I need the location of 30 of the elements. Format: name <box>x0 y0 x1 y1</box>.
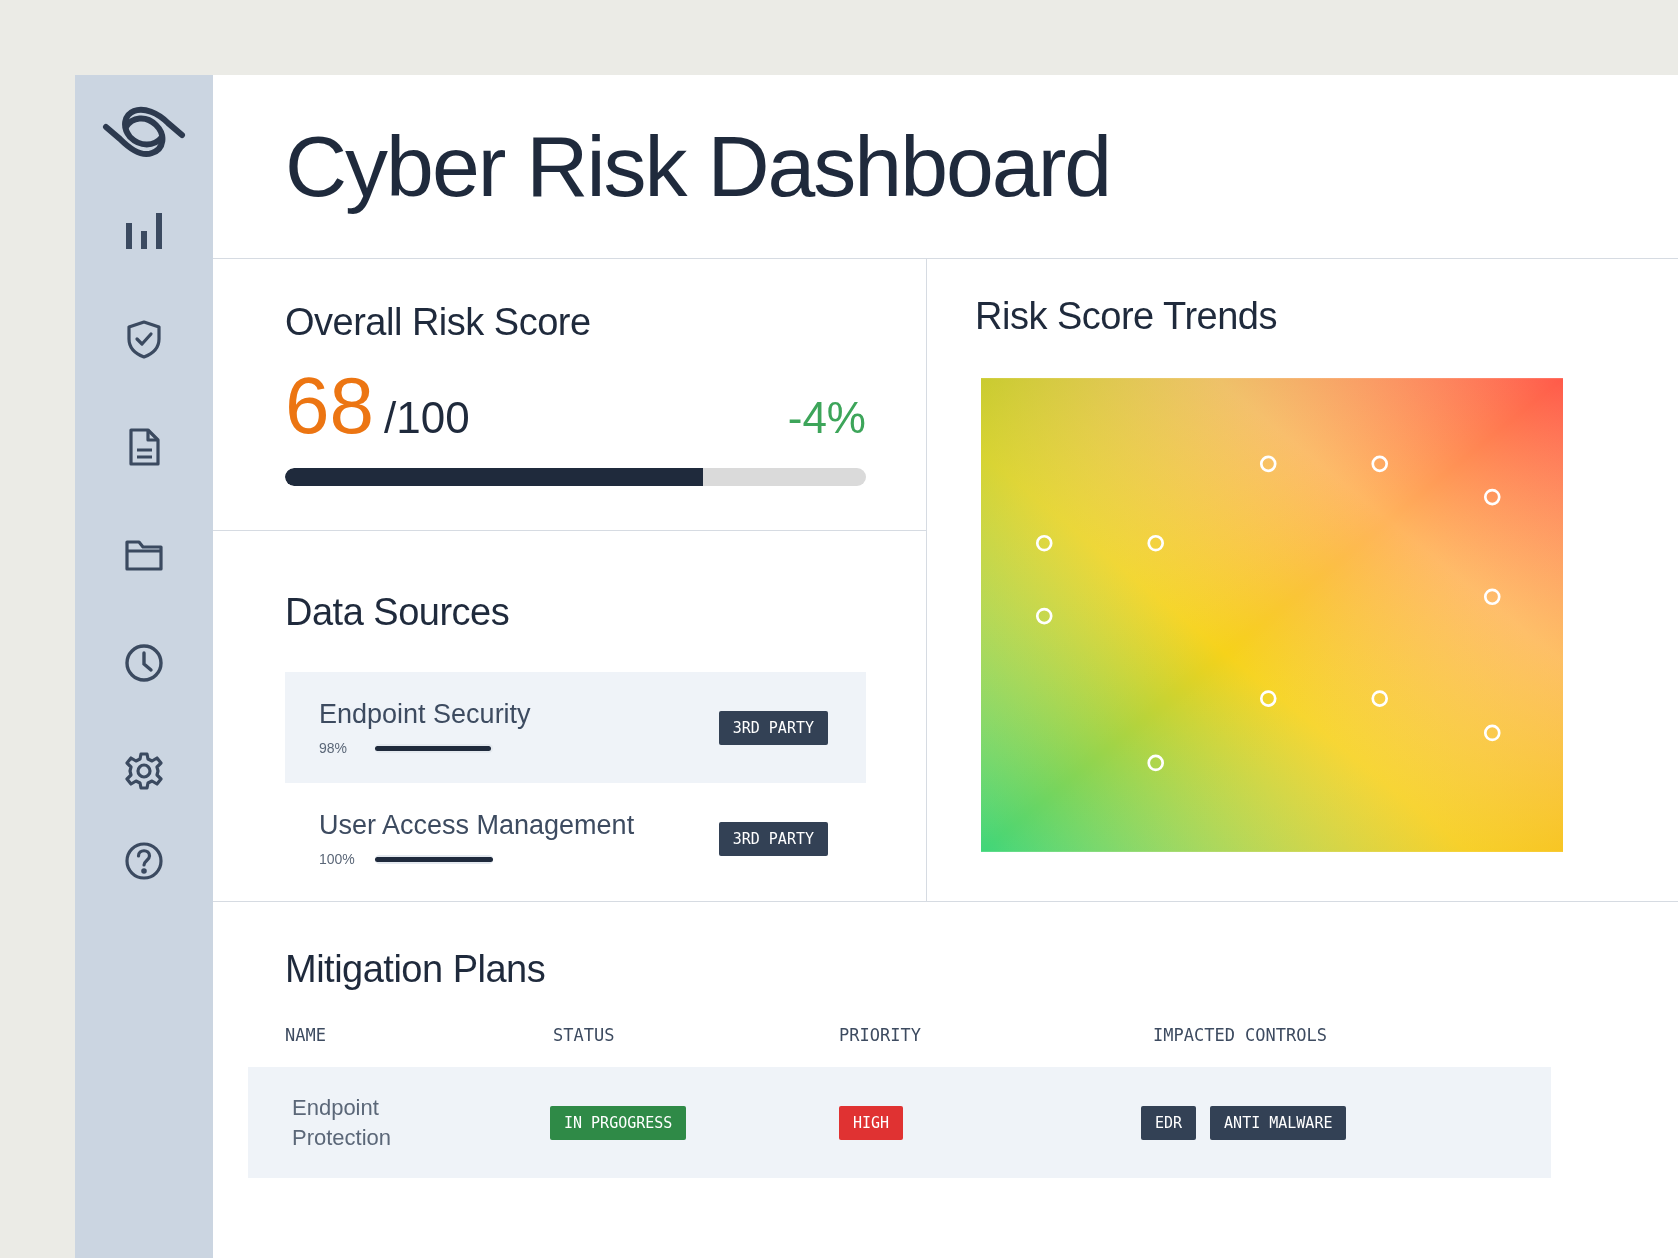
column-header: STATUS <box>553 1025 616 1045</box>
status-tag: IN PRGOGRESS <box>550 1105 687 1140</box>
data-source-item[interactable]: User Access Management 100% 3RD PARTY <box>285 783 866 894</box>
shield-check-icon[interactable] <box>124 319 164 359</box>
risk-score: 68 <box>285 366 374 446</box>
clock-icon[interactable] <box>124 643 164 683</box>
source-tag: 3RD PARTY <box>718 710 828 745</box>
settings-icon[interactable] <box>124 751 164 791</box>
plan-name: Endpoint Protection <box>292 1093 393 1152</box>
section-heading: Mitigation Plans <box>284 948 547 991</box>
help-icon[interactable] <box>124 841 164 881</box>
bar-chart-icon[interactable] <box>124 211 164 251</box>
dashboard-title: Cyber Risk Dashboard <box>285 117 1111 216</box>
coverage-percent: 100% <box>319 851 356 867</box>
data-source-name: User Access Management <box>319 810 635 841</box>
priority-tag: HIGH <box>839 1105 904 1140</box>
control-tag: EDR <box>1141 1105 1197 1140</box>
score-maximum: /100 <box>384 393 470 443</box>
control-tag: ANTI MALWARE <box>1210 1105 1347 1140</box>
data-source-item[interactable]: Endpoint Security 98% 3RD PARTY <box>285 672 866 783</box>
source-tag: 3RD PARTY <box>718 821 828 856</box>
score-change: -4% <box>787 393 866 443</box>
section-heading: Risk Score Trends <box>975 295 1278 338</box>
column-header: NAME <box>285 1025 327 1045</box>
section-heading: Data Sources <box>285 591 511 634</box>
column-header: IMPACTED CONTROLS <box>1153 1025 1328 1045</box>
section-heading: Overall Risk Score <box>285 301 592 344</box>
data-source-name: Endpoint Security <box>319 699 531 730</box>
column-header: PRIORITY <box>839 1025 922 1045</box>
coverage-percent: 98% <box>319 740 349 756</box>
